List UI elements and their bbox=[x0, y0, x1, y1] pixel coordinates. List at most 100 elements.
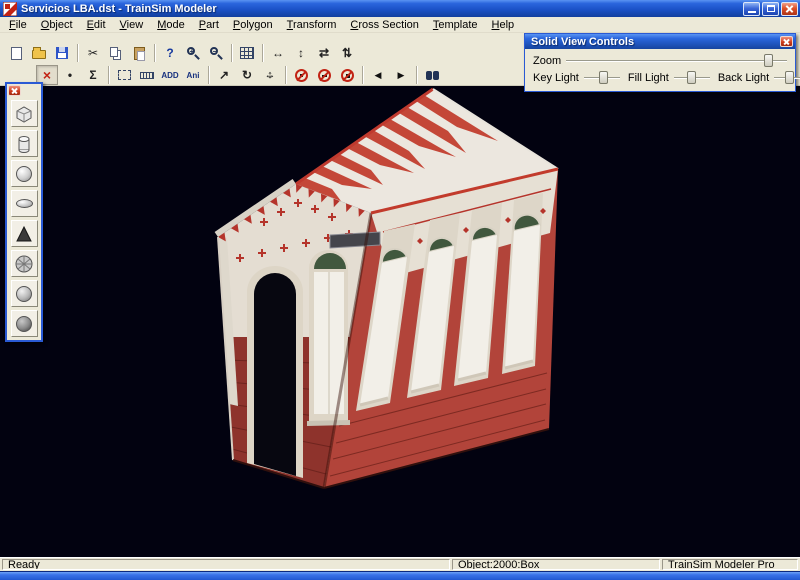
new-button[interactable] bbox=[5, 43, 27, 63]
status-bar: Ready Object:2000:Box TrainSim Modeler P… bbox=[0, 557, 800, 571]
ellipse-tool-icon bbox=[16, 199, 33, 208]
sigma-button[interactable]: Σ bbox=[82, 65, 104, 85]
key-light-slider-thumb[interactable] bbox=[599, 71, 608, 84]
swap-horizontal-icon: ⇄ bbox=[319, 47, 329, 59]
model-viewport[interactable] bbox=[0, 86, 800, 557]
fit-height-button[interactable]: ↕ bbox=[290, 43, 312, 63]
menu-item-help[interactable]: Help bbox=[485, 18, 522, 32]
menu-item-file[interactable]: File bbox=[2, 18, 34, 32]
status-app-name: TrainSim Modeler Pro bbox=[662, 559, 798, 570]
help-button[interactable]: ? bbox=[159, 43, 181, 63]
close-icon bbox=[785, 4, 794, 13]
solid-view-controls-body: Zoom Key Light Fill Light Back Light bbox=[525, 49, 795, 91]
add-part-button[interactable]: ADD bbox=[159, 65, 181, 85]
point-icon: • bbox=[68, 69, 72, 81]
no-lines-icon bbox=[318, 69, 331, 82]
zoom-slider-track bbox=[566, 60, 787, 62]
select-rect-button[interactable] bbox=[113, 65, 135, 85]
zoom-row: Zoom bbox=[533, 52, 787, 69]
copy-icon bbox=[110, 47, 118, 57]
hide-faces-button[interactable] bbox=[336, 65, 358, 85]
menu-item-cross-section[interactable]: Cross Section bbox=[343, 18, 425, 32]
scale-tool-button[interactable]: ↔↕ bbox=[259, 65, 281, 85]
primitives-palette bbox=[5, 82, 43, 342]
ani-button[interactable]: Ani bbox=[182, 65, 204, 85]
hide-lines-button[interactable] bbox=[313, 65, 335, 85]
key-light-slider[interactable] bbox=[584, 71, 620, 84]
next-icon: ▶ bbox=[398, 70, 405, 81]
fill-light-slider-thumb[interactable] bbox=[687, 71, 696, 84]
back-light-slider-thumb[interactable] bbox=[785, 71, 794, 84]
zoom-out-button[interactable]: − bbox=[205, 43, 227, 63]
palette-close-icon bbox=[11, 87, 18, 94]
menu-item-polygon[interactable]: Polygon bbox=[226, 18, 280, 32]
open-button[interactable] bbox=[28, 43, 50, 63]
rotate-tool-button[interactable]: ↻ bbox=[236, 65, 258, 85]
palette-close-button[interactable] bbox=[8, 85, 21, 96]
save-icon bbox=[56, 47, 68, 59]
hide-points-button[interactable] bbox=[290, 65, 312, 85]
binoculars-icon bbox=[426, 71, 432, 80]
swap-vertical-button[interactable]: ⇅ bbox=[336, 43, 358, 63]
selection-rectangle-icon bbox=[118, 70, 131, 80]
tool-sphere-button[interactable] bbox=[11, 160, 38, 187]
no-faces-icon bbox=[341, 69, 354, 82]
grid-button[interactable] bbox=[236, 43, 258, 63]
titlebar: Servicios LBA.dst - TrainSim Modeler bbox=[0, 0, 800, 17]
status-object-info: Object:2000:Box bbox=[452, 559, 660, 570]
menu-item-template[interactable]: Template bbox=[426, 18, 485, 32]
prev-button[interactable]: ◀ bbox=[367, 65, 389, 85]
menu-item-part[interactable]: Part bbox=[192, 18, 226, 32]
fill-light-slider[interactable] bbox=[674, 71, 710, 84]
swap-horizontal-button[interactable]: ⇄ bbox=[313, 43, 335, 63]
menu-item-view[interactable]: View bbox=[113, 18, 151, 32]
primitives-palette-titlebar bbox=[7, 84, 41, 97]
restore-icon bbox=[767, 5, 775, 12]
tool-darksphere-button[interactable] bbox=[11, 310, 38, 337]
tool-cylinder-button[interactable] bbox=[11, 130, 38, 157]
zoom-in-button[interactable]: + bbox=[182, 43, 204, 63]
cylinder-tool-icon bbox=[13, 133, 35, 155]
scale-icon: ↔↕ bbox=[263, 68, 278, 83]
point-button[interactable]: • bbox=[59, 65, 81, 85]
measure-button[interactable] bbox=[136, 65, 158, 85]
menu-bar: File Object Edit View Mode Part Polygon … bbox=[0, 17, 800, 33]
cut-button[interactable]: ✂ bbox=[82, 43, 104, 63]
back-light-slider[interactable] bbox=[774, 71, 800, 84]
menu-item-mode[interactable]: Mode bbox=[150, 18, 192, 32]
zoom-slider-thumb[interactable] bbox=[764, 54, 773, 67]
save-button[interactable] bbox=[51, 43, 73, 63]
fit-height-icon: ↕ bbox=[298, 47, 304, 59]
windows-taskbar-edge[interactable] bbox=[0, 571, 800, 580]
menu-item-edit[interactable]: Edit bbox=[80, 18, 113, 32]
solid-view-controls-palette: Solid View Controls Zoom Key Light Fill … bbox=[524, 33, 796, 92]
solid-view-controls-titlebar: Solid View Controls bbox=[525, 34, 795, 49]
move-tool-button[interactable]: ↗ bbox=[213, 65, 235, 85]
copy-button[interactable] bbox=[105, 43, 127, 63]
paste-button[interactable] bbox=[128, 43, 150, 63]
tool-smoothsphere-button[interactable] bbox=[11, 280, 38, 307]
maximize-button[interactable] bbox=[762, 2, 779, 16]
tool-geosphere-button[interactable] bbox=[11, 250, 38, 277]
toolbar-separator bbox=[362, 66, 364, 84]
close-button[interactable] bbox=[781, 2, 798, 16]
minimize-button[interactable] bbox=[743, 2, 760, 16]
find-button[interactable] bbox=[421, 65, 443, 85]
move-arrow-icon: ↗ bbox=[219, 69, 229, 81]
swap-vertical-icon: ⇅ bbox=[342, 47, 352, 59]
menu-item-object[interactable]: Object bbox=[34, 18, 80, 32]
menu-item-transform[interactable]: Transform bbox=[280, 18, 344, 32]
lights-row: Key Light Fill Light Back Light bbox=[533, 69, 787, 86]
next-button[interactable]: ▶ bbox=[390, 65, 412, 85]
fit-width-button[interactable]: ↔ bbox=[267, 43, 289, 63]
smooth-sphere-tool-icon bbox=[16, 286, 32, 302]
tool-ellipse-button[interactable] bbox=[11, 190, 38, 217]
toolbar-separator bbox=[108, 66, 110, 84]
tool-box-button[interactable] bbox=[11, 100, 38, 127]
toolbar-separator bbox=[208, 66, 210, 84]
tool-cone-button[interactable] bbox=[11, 220, 38, 247]
toolbar-separator bbox=[77, 44, 79, 62]
solid-view-controls-close-button[interactable] bbox=[780, 36, 793, 47]
rotate-icon: ↻ bbox=[242, 69, 252, 81]
zoom-slider[interactable] bbox=[566, 54, 787, 67]
